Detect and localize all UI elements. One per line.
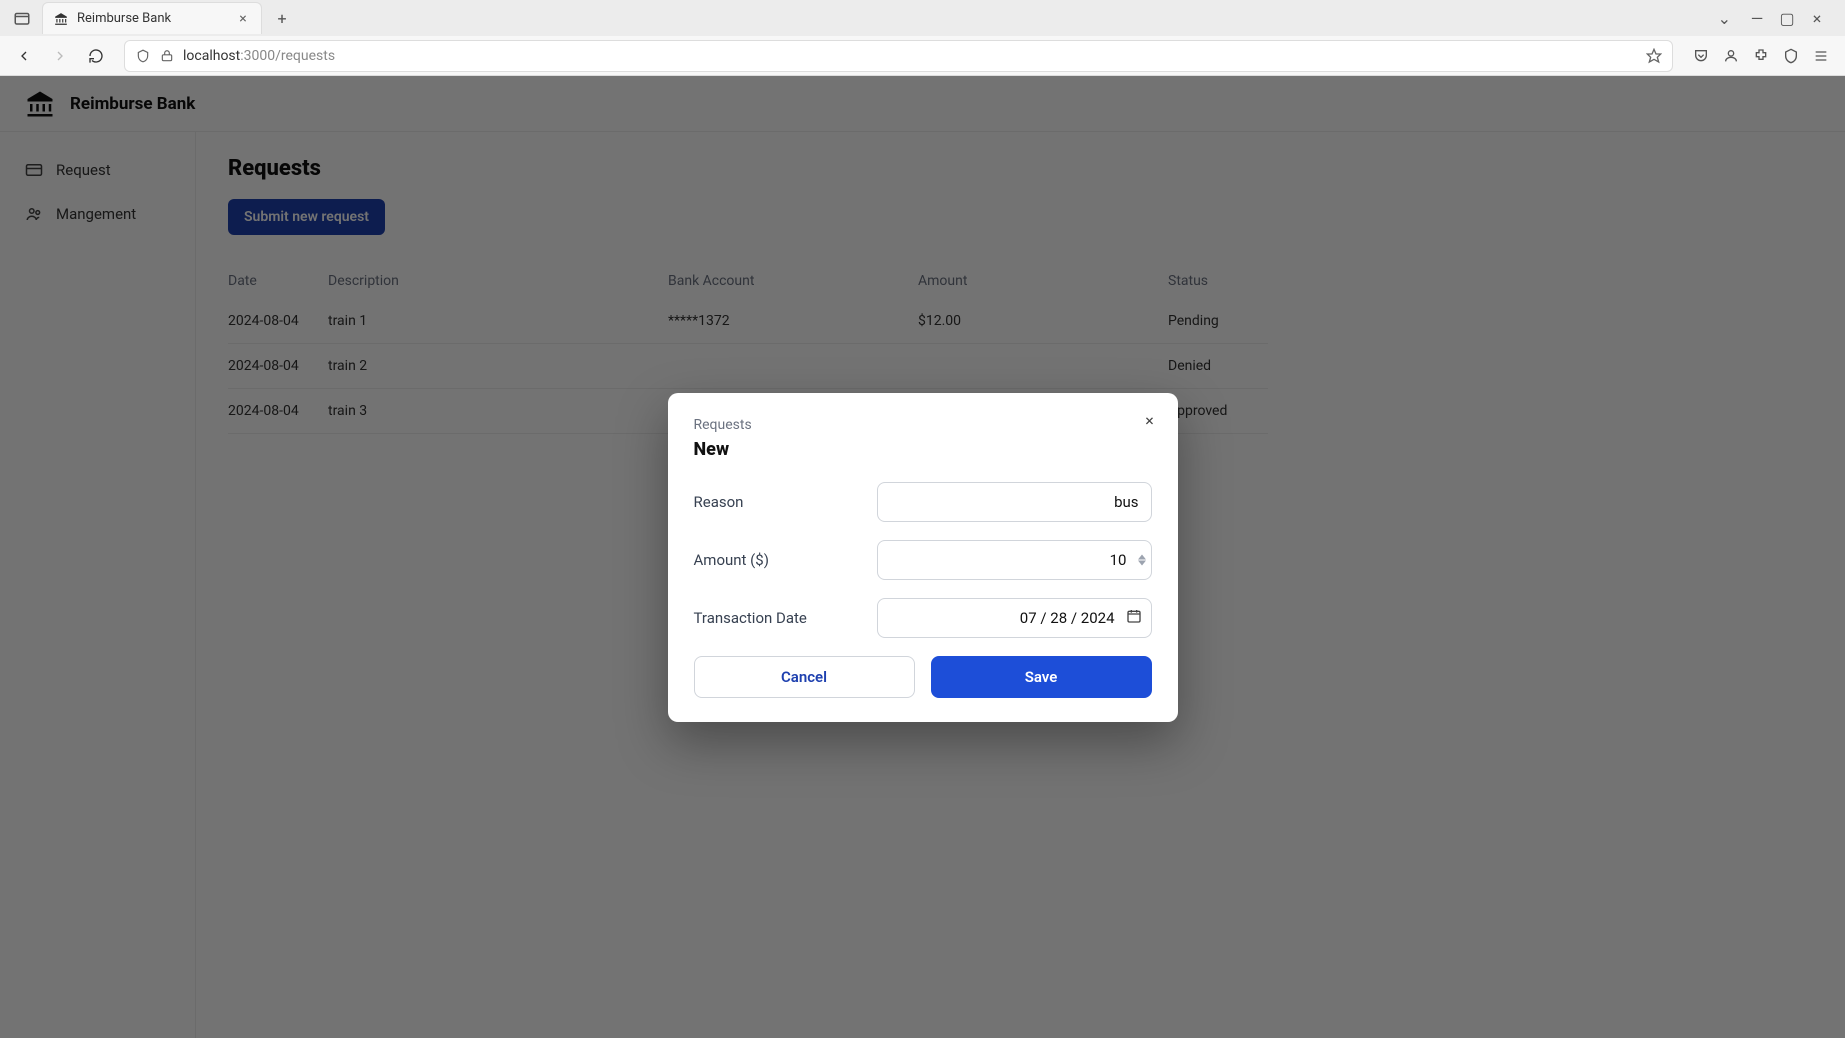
- privacy-shield-icon[interactable]: [1783, 48, 1799, 64]
- stepper-up-icon[interactable]: [1138, 554, 1146, 559]
- new-tab-button[interactable]: +: [268, 4, 296, 32]
- browser-tab[interactable]: Reimburse Bank ×: [42, 2, 262, 34]
- url-host: localhost: [183, 48, 240, 64]
- transaction-date-input[interactable]: [877, 598, 1152, 638]
- lock-icon: [159, 48, 175, 64]
- new-request-modal: × Requests New Reason Amount ($) Transac: [668, 393, 1178, 722]
- number-stepper[interactable]: [1138, 554, 1146, 565]
- toolbar-right: [1687, 48, 1835, 64]
- window-controls: — ▢ ×: [1743, 6, 1831, 30]
- date-input-wrap: [877, 598, 1152, 638]
- hamburger-menu-icon[interactable]: [1813, 48, 1829, 64]
- amount-label: Amount ($): [694, 551, 769, 569]
- close-window-button[interactable]: ×: [1803, 6, 1831, 30]
- modal-actions: Cancel Save: [694, 656, 1152, 698]
- bookmark-star-icon[interactable]: [1646, 48, 1662, 64]
- tab-title: Reimburse Bank: [77, 11, 227, 26]
- modal-overlay[interactable]: × Requests New Reason Amount ($) Transac: [0, 76, 1845, 1038]
- url-text: localhost:3000/requests: [183, 48, 335, 64]
- form-row-amount: Amount ($): [694, 540, 1152, 580]
- tab-bar: Reimburse Bank × + ⌄ — ▢ ×: [0, 0, 1845, 36]
- stepper-down-icon[interactable]: [1138, 560, 1146, 565]
- amount-input-wrap: [877, 540, 1152, 580]
- browser-right-controls: ⌄ — ▢ ×: [1718, 6, 1837, 30]
- reload-button[interactable]: [82, 42, 110, 70]
- app-viewport: BANK Reimburse Bank Request Mangement Re…: [0, 76, 1845, 1038]
- form-row-date: Transaction Date: [694, 598, 1152, 638]
- shield-icon: [135, 48, 151, 64]
- date-label: Transaction Date: [694, 609, 807, 627]
- save-button[interactable]: Save: [931, 656, 1152, 698]
- browser-chrome: Reimburse Bank × + ⌄ — ▢ ×: [0, 0, 1845, 76]
- reason-label: Reason: [694, 493, 744, 511]
- back-button[interactable]: [10, 42, 38, 70]
- browser-toolbar: localhost:3000/requests: [0, 36, 1845, 76]
- app-menu-button[interactable]: [8, 4, 36, 32]
- url-bar[interactable]: localhost:3000/requests: [124, 40, 1673, 72]
- tab-close-icon[interactable]: ×: [235, 11, 251, 27]
- tabs-chevron-icon[interactable]: ⌄: [1718, 9, 1731, 28]
- minimize-window-button[interactable]: —: [1743, 6, 1771, 30]
- modal-title: New: [694, 439, 1152, 460]
- form-row-reason: Reason: [694, 482, 1152, 522]
- maximize-window-button[interactable]: ▢: [1773, 6, 1801, 30]
- cancel-button[interactable]: Cancel: [694, 656, 915, 698]
- extensions-icon[interactable]: [1753, 48, 1769, 64]
- calendar-icon[interactable]: [1126, 608, 1142, 628]
- account-icon[interactable]: [1723, 48, 1739, 64]
- amount-input[interactable]: [877, 540, 1152, 580]
- forward-button[interactable]: [46, 42, 74, 70]
- reason-input[interactable]: [877, 482, 1152, 522]
- modal-eyebrow: Requests: [694, 417, 1152, 433]
- bank-favicon-icon: [53, 11, 69, 27]
- modal-close-button[interactable]: ×: [1140, 411, 1160, 431]
- pocket-icon[interactable]: [1693, 48, 1709, 64]
- url-path: :3000/requests: [240, 48, 335, 64]
